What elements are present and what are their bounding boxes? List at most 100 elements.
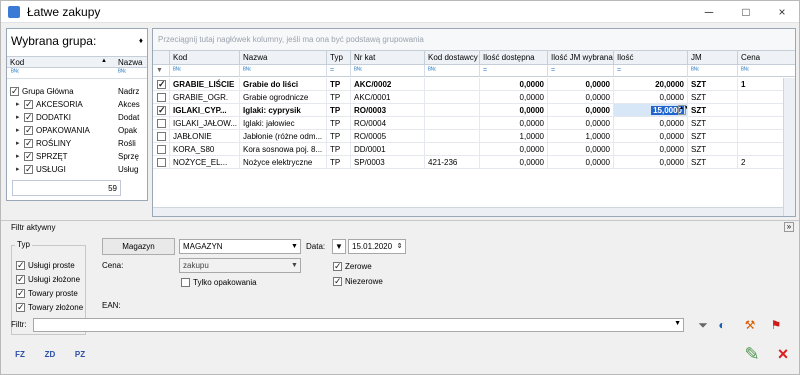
supplier-code-filter[interactable]: ᴮᴺᶜ xyxy=(425,65,480,77)
chevron-down-icon[interactable]: ▼ xyxy=(290,260,299,271)
unit-filter[interactable]: ᴮᴺᶜ xyxy=(688,65,738,77)
code-column-header[interactable]: Kod xyxy=(170,51,240,65)
group-checkbox[interactable] xyxy=(24,150,33,163)
checkbox[interactable] xyxy=(16,273,25,285)
row-select-checkbox[interactable] xyxy=(153,104,170,117)
group-checkbox[interactable] xyxy=(24,111,33,124)
unit-column-header[interactable]: JM xyxy=(688,51,738,65)
chevron-down-icon[interactable]: ▼ xyxy=(674,320,681,327)
table-cell[interactable]: 0,0000 xyxy=(614,156,688,169)
chevron-down-icon[interactable]: ▼ xyxy=(290,241,299,252)
filter-input[interactable]: ▼ xyxy=(33,318,684,332)
checkbox[interactable] xyxy=(157,158,166,167)
group-checkbox[interactable] xyxy=(24,137,33,150)
catalog-number-column-header[interactable]: Nr kat xyxy=(351,51,425,65)
supplier-code-column-header[interactable]: Kod dostawcy xyxy=(425,51,480,65)
expand-filter-icon[interactable]: » xyxy=(784,222,794,232)
group-row-main[interactable]: Grupa Główna Nadrz xyxy=(7,85,147,98)
date-stepper-icon[interactable]: ⇕ xyxy=(395,241,404,252)
grouping-area[interactable]: Przeciągnij tutaj nagłówek kolumny, jeśl… xyxy=(153,29,795,51)
group-row-extras[interactable]: ▸ DODATKI Dodat xyxy=(7,111,147,124)
warehouse-select[interactable]: MAGAZYN ▼ xyxy=(179,239,301,254)
price-select[interactable]: zakupu ▼ xyxy=(179,258,301,273)
name-column-header[interactable]: Nazwa xyxy=(240,51,327,65)
catalog-number-filter[interactable]: ᴮᴺᶜ xyxy=(351,65,425,77)
checkbox[interactable] xyxy=(157,104,166,116)
select-column-header[interactable] xyxy=(153,51,170,65)
expand-triangle-icon[interactable]: ▸ xyxy=(16,124,20,137)
selected-unit-quantity-column-header[interactable]: Ilość JM wybrana xyxy=(548,51,614,65)
group-filter-row[interactable]: ᴮᴺᶜ ᴮᴺᶜ xyxy=(7,68,147,79)
quantity-column-header[interactable]: Ilość xyxy=(614,51,688,65)
price-filter[interactable]: ᴮᴺᶜ xyxy=(738,65,795,77)
row-select-checkbox[interactable] xyxy=(153,156,170,169)
group-name-filter[interactable]: ᴮᴺᶜ xyxy=(118,69,126,76)
group-row-accessories[interactable]: ▸ AKCESORIA Akces xyxy=(7,98,147,111)
checkbox[interactable] xyxy=(333,260,342,272)
row-select-checkbox[interactable] xyxy=(153,117,170,130)
pin-icon[interactable]: ♦ xyxy=(139,36,143,45)
table-cell[interactable]: 0,0000 xyxy=(614,91,688,104)
name-filter[interactable]: ᴮᴺᶜ xyxy=(240,65,327,77)
checkbox[interactable] xyxy=(16,259,25,271)
table-cell[interactable]: 0,0000 xyxy=(614,143,688,156)
date-input[interactable]: 15.01.2020 ⇕ xyxy=(348,239,406,254)
code-filter[interactable]: ᴮᴺᶜ xyxy=(170,65,240,77)
group-code-filter[interactable]: ᴮᴺᶜ xyxy=(11,69,19,76)
remove-filter-icon[interactable]: ⚑ xyxy=(767,316,785,334)
group-row-services[interactable]: ▸ USŁUGI Usług xyxy=(7,163,147,176)
create-receipt-button[interactable]: PZ xyxy=(68,342,92,367)
refresh-filter-icon[interactable]: ◐ xyxy=(713,316,731,334)
quantity-stepper[interactable]: ▲▼ xyxy=(678,105,687,115)
create-supplier-order-button[interactable]: ZD xyxy=(38,342,62,367)
group-checkbox[interactable] xyxy=(24,98,33,111)
table-cell[interactable]: 0,0000 xyxy=(614,117,688,130)
expand-triangle-icon[interactable]: ▸ xyxy=(16,137,20,150)
checkbox[interactable] xyxy=(16,301,25,313)
checkbox[interactable] xyxy=(16,287,25,299)
checkbox[interactable] xyxy=(333,275,342,287)
warehouse-button[interactable]: Magazyn xyxy=(102,238,175,255)
filter-icon[interactable]: ⏷ xyxy=(694,316,712,334)
horizontal-scrollbar[interactable] xyxy=(153,207,783,216)
group-checkbox[interactable] xyxy=(24,124,33,137)
date-dropdown[interactable]: ▼ xyxy=(332,239,346,254)
clear-filter-icon[interactable]: ⚒ xyxy=(741,316,759,334)
checkbox[interactable] xyxy=(157,119,166,128)
close-button[interactable]: × xyxy=(764,1,800,23)
expand-triangle-icon[interactable]: ▸ xyxy=(16,163,20,176)
price-column-header[interactable]: Cena xyxy=(738,51,795,65)
type-column-header[interactable]: Typ xyxy=(327,51,351,65)
confirm-button[interactable]: ✎ xyxy=(740,342,764,367)
quantity-filter[interactable]: = xyxy=(614,65,688,77)
available-quantity-column-header[interactable]: Ilość dostępna xyxy=(480,51,548,65)
table-cell[interactable]: 20,0000 xyxy=(614,78,688,91)
expand-triangle-icon[interactable]: ▸ xyxy=(16,111,20,124)
filter-funnel-icon[interactable]: ▼ xyxy=(153,65,170,77)
group-row-packaging[interactable]: ▸ OPAKOWANIA Opak xyxy=(7,124,147,137)
quantity-editor[interactable]: 15,0000 ▲▼ xyxy=(614,104,688,117)
vertical-scrollbar[interactable] xyxy=(783,78,795,216)
selected-unit-quantity-filter[interactable]: = xyxy=(548,65,614,77)
group-code-header[interactable]: Kod xyxy=(10,58,24,67)
group-checkbox[interactable] xyxy=(24,163,33,176)
group-name-header[interactable]: Nazwa xyxy=(118,58,142,67)
checkbox[interactable] xyxy=(157,78,166,90)
row-select-checkbox[interactable] xyxy=(153,143,170,156)
expand-triangle-icon[interactable]: ▸ xyxy=(16,150,20,163)
checkbox[interactable] xyxy=(181,278,190,287)
group-row-equipment[interactable]: ▸ SPRZĘT Sprzę xyxy=(7,150,147,163)
checkbox[interactable] xyxy=(157,93,166,102)
minimize-button[interactable]: ─ xyxy=(691,1,727,23)
available-quantity-filter[interactable]: = xyxy=(480,65,548,77)
maximize-button[interactable]: □ xyxy=(728,1,764,23)
row-select-checkbox[interactable] xyxy=(153,130,170,143)
cancel-button[interactable]: × xyxy=(771,342,795,367)
row-select-checkbox[interactable] xyxy=(153,91,170,104)
type-filter[interactable]: = xyxy=(327,65,351,77)
group-main-checkbox[interactable] xyxy=(10,85,19,98)
group-row-plants[interactable]: ▸ ROŚLINY Rośli xyxy=(7,137,147,150)
checkbox[interactable] xyxy=(157,145,166,154)
checkbox[interactable] xyxy=(157,132,166,141)
create-purchase-invoice-button[interactable]: FZ xyxy=(8,342,32,367)
